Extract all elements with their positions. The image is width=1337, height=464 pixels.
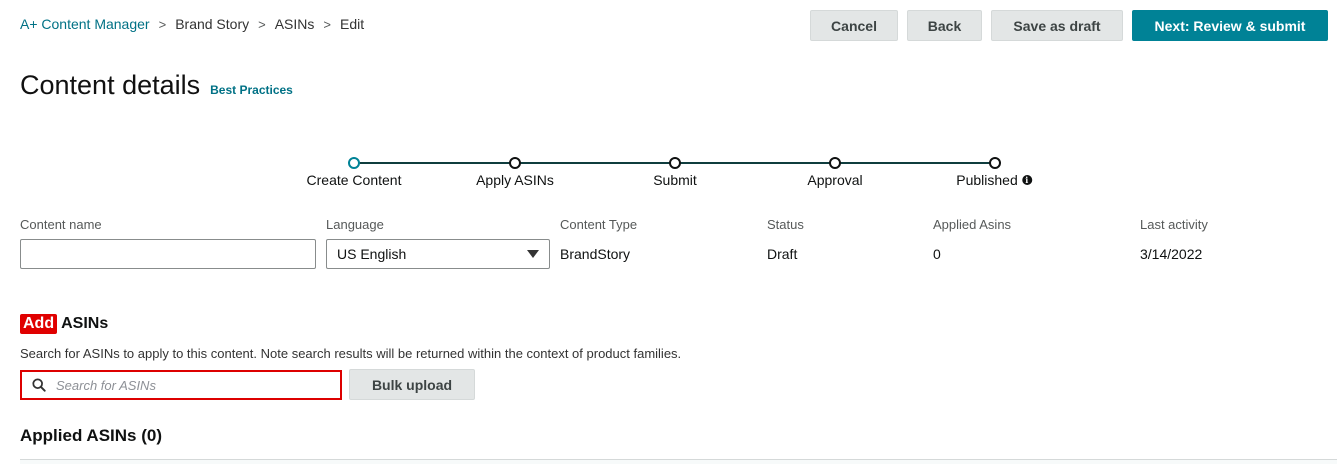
search-icon — [32, 378, 46, 392]
asin-search-box[interactable] — [20, 370, 342, 400]
chevron-right-icon: > — [158, 16, 167, 32]
breadcrumb-item-asins: ASINs — [274, 16, 315, 32]
page-title: Content details — [20, 70, 201, 100]
best-practices-link[interactable]: Best Practices — [210, 83, 293, 97]
add-highlight: Add — [20, 314, 58, 334]
add-asins-description: Search for ASINs to apply to this conten… — [20, 346, 682, 361]
applied-asins-table — [20, 459, 1337, 464]
status-label: Status — [767, 217, 804, 232]
step-dot-create-content — [348, 157, 360, 169]
language-selected-value: US English — [337, 246, 407, 262]
breadcrumb-item-brand-story: Brand Story — [175, 16, 250, 32]
next-review-submit-button[interactable]: Next: Review & submit — [1132, 10, 1328, 41]
breadcrumb-item-aplus-content-manager[interactable]: A+ Content Manager — [20, 16, 150, 32]
breadcrumb: A+ Content Manager > Brand Story > ASINs… — [20, 16, 364, 32]
top-action-bar: Cancel Back Save as draft Next: Review &… — [810, 10, 1328, 41]
page-title-row: Content details Best Practices — [20, 70, 293, 101]
applied-asins-heading: Applied ASINs (0) — [20, 426, 162, 445]
add-asins-heading-text: ASINs — [61, 315, 109, 332]
language-select[interactable]: US English — [326, 239, 550, 269]
add-asins-heading: Add ASINs — [20, 314, 108, 334]
back-button[interactable]: Back — [907, 10, 982, 41]
breadcrumb-item-edit: Edit — [340, 16, 365, 32]
save-as-draft-button[interactable]: Save as draft — [991, 10, 1123, 41]
step-dot-apply-asins — [509, 157, 521, 169]
step-label-approval: Approval — [807, 172, 863, 188]
cancel-button[interactable]: Cancel — [810, 10, 898, 41]
step-label-published: Published i — [956, 172, 1032, 188]
chevron-right-icon: > — [323, 16, 331, 32]
status-value: Draft — [767, 246, 798, 262]
step-label-apply-asins: Apply ASINs — [476, 172, 554, 188]
asin-search-input[interactable] — [56, 377, 316, 393]
caret-down-icon — [527, 250, 539, 258]
applied-asins-value: 0 — [933, 246, 941, 262]
step-label-submit: Submit — [653, 172, 697, 188]
step-label-create-content: Create Content — [306, 172, 402, 188]
content-name-label: Content name — [20, 217, 102, 232]
chevron-right-icon: > — [258, 16, 266, 32]
info-icon[interactable]: i — [1021, 175, 1032, 185]
step-dot-submit — [669, 157, 681, 169]
applied-asins-label: Applied Asins — [933, 217, 1012, 232]
content-name-input[interactable] — [20, 239, 316, 269]
bulk-upload-button[interactable]: Bulk upload — [349, 369, 475, 400]
step-dot-published — [989, 157, 1001, 169]
content-type-label: Content Type — [560, 217, 638, 232]
last-activity-value: 3/14/2022 — [1140, 246, 1203, 262]
language-label: Language — [326, 217, 384, 232]
content-type-value: BrandStory — [560, 246, 631, 262]
last-activity-label: Last activity — [1140, 217, 1208, 232]
step-dot-approval — [829, 157, 841, 169]
